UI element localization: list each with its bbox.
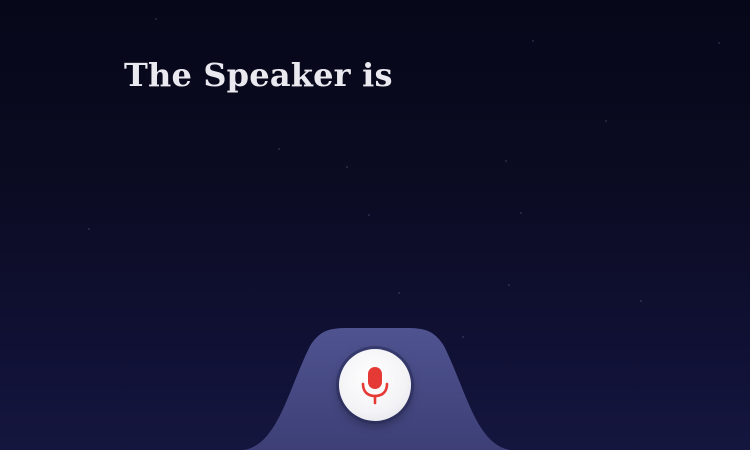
microphone-icon [361,367,389,405]
voice-input-screen: The Speaker is [0,0,750,450]
microphone-button[interactable] [339,349,411,421]
speaker-prompt-text: The Speaker is [124,56,393,94]
